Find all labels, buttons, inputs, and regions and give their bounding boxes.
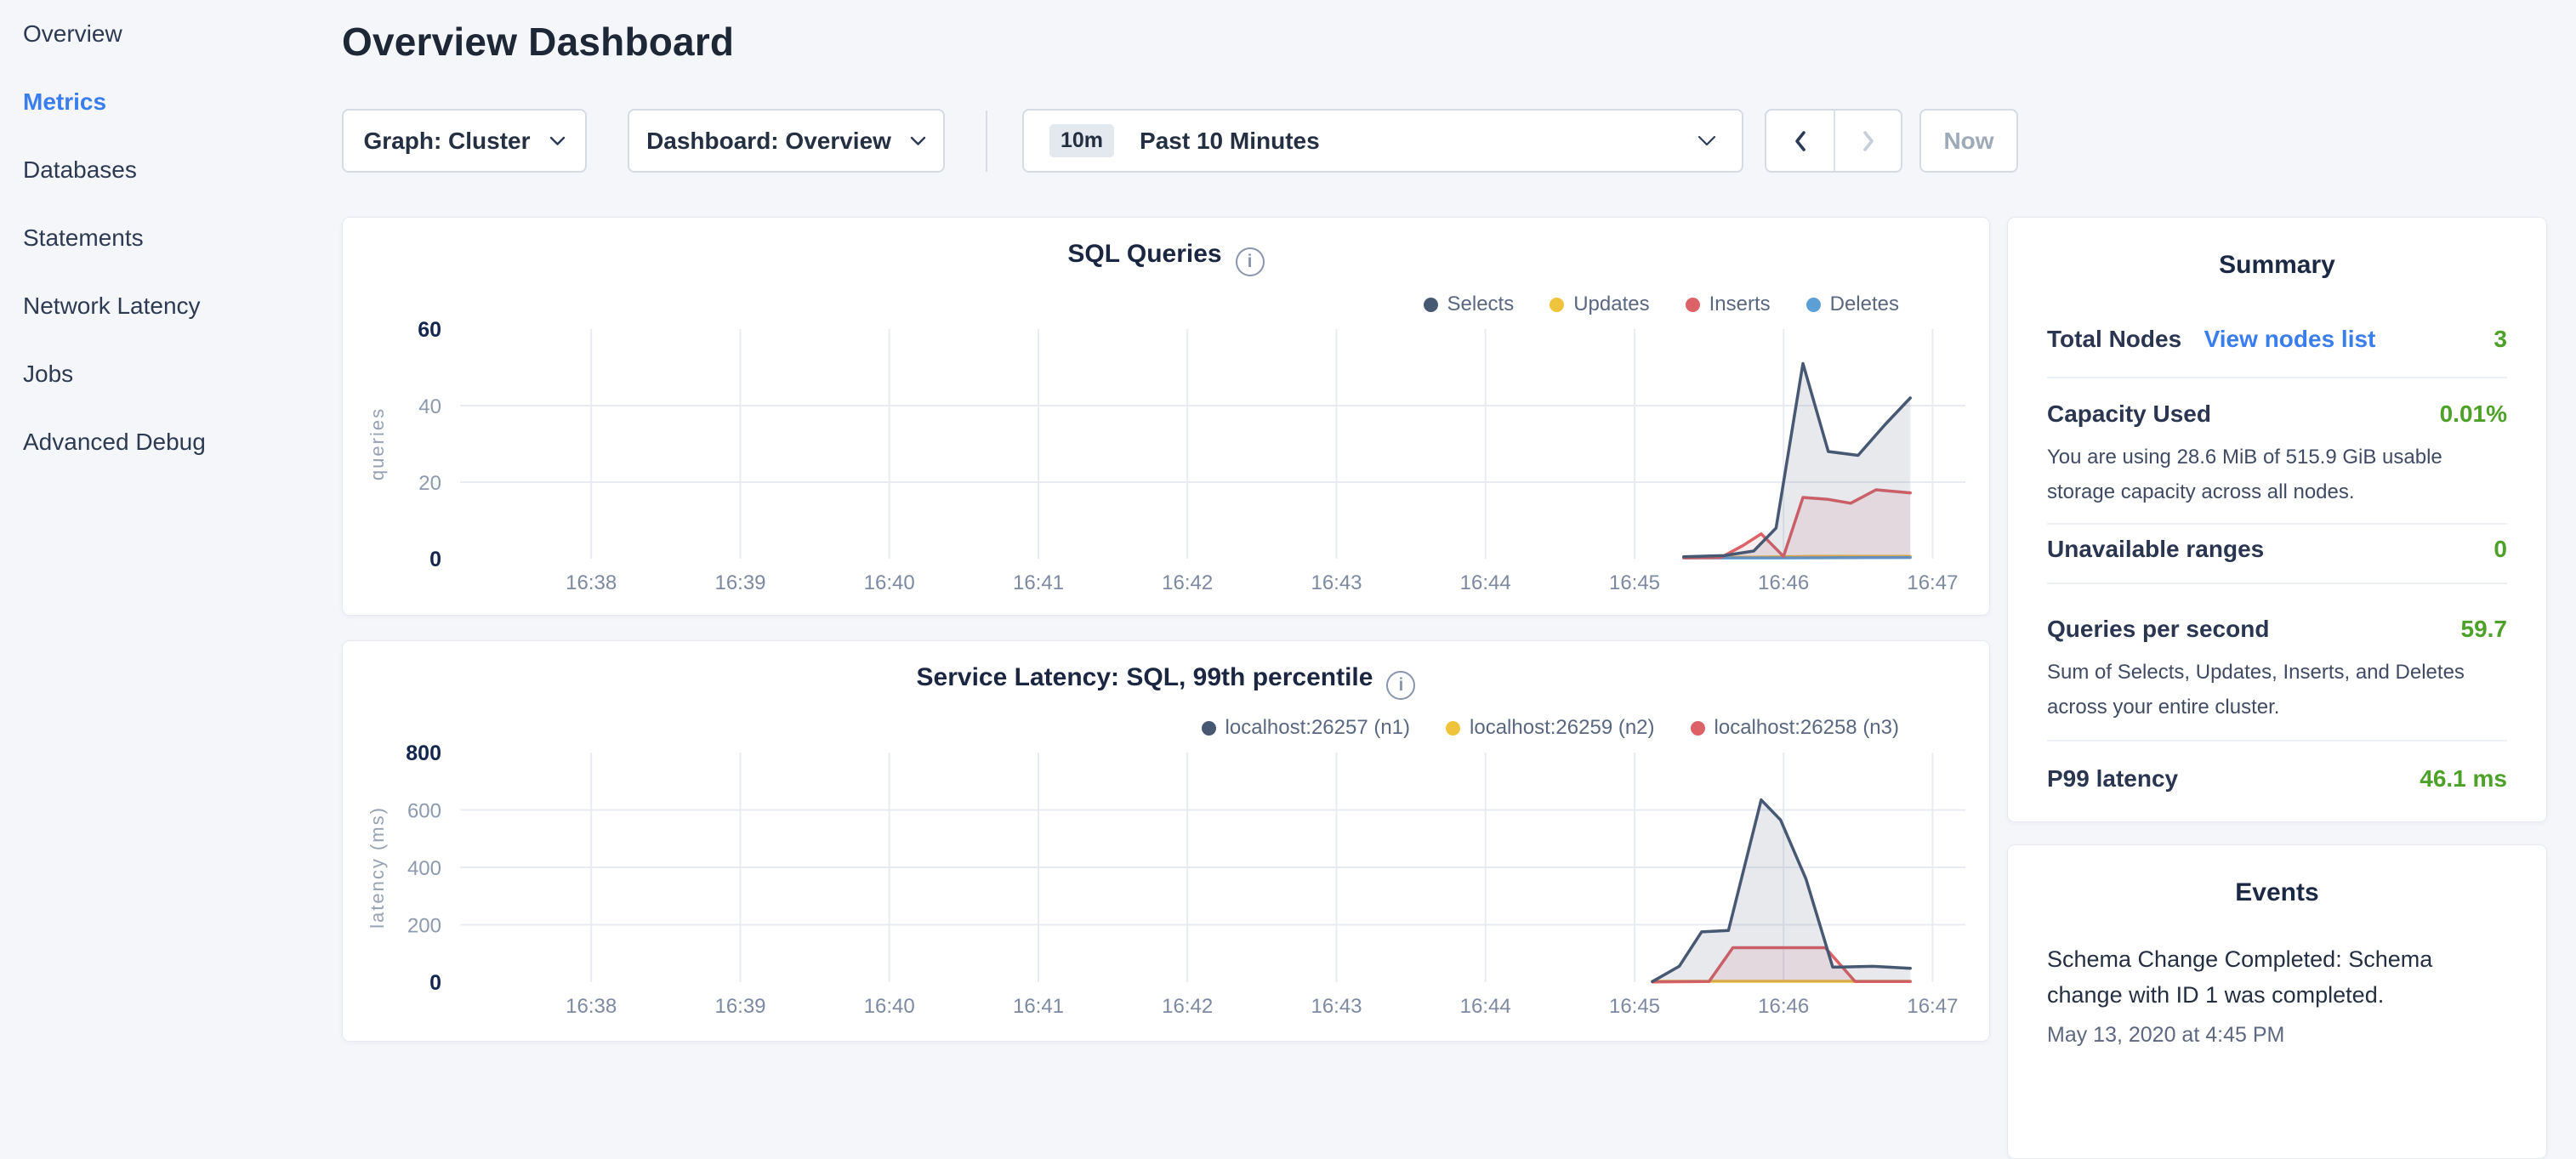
svg-text:16:42: 16:42 [1162,571,1213,594]
sidebar-item-metrics[interactable]: Metrics [0,68,340,136]
svg-text:600: 600 [407,800,441,823]
summary-panel: Summary Total Nodes View nodes list 3 Ca… [2007,217,2547,822]
chevron-left-icon [1791,128,1810,154]
svg-text:40: 40 [418,395,441,418]
svg-text:16:42: 16:42 [1162,995,1213,1018]
svg-text:0: 0 [429,971,441,995]
summary-row-p99-latency: P99 latency 46.1 ms [2047,741,2507,793]
svg-text:16:45: 16:45 [1609,995,1660,1018]
dashboard-dropdown[interactable]: Dashboard: Overview [628,109,945,173]
summary-row-unavailable-ranges: Unavailable ranges 0 [2047,525,2507,584]
svg-text:16:44: 16:44 [1460,995,1511,1018]
svg-text:800: 800 [406,741,441,765]
time-prev-button[interactable] [1766,111,1834,171]
toolbar-divider [986,111,987,172]
svg-text:16:38: 16:38 [566,571,617,594]
event-text: Schema Change Completed: Schema change w… [2047,941,2507,1013]
capacity-used-label: Capacity Used [2047,401,2211,428]
chevron-right-icon [1859,128,1878,154]
svg-text:latency (ms): latency (ms) [367,806,388,929]
svg-text:16:43: 16:43 [1311,571,1362,594]
summary-title: Summary [2008,218,2546,280]
sidebar-item-overview[interactable]: Overview [0,0,340,68]
page-title: Overview Dashboard [342,19,734,65]
event-timestamp: May 13, 2020 at 4:45 PM [2047,1023,2507,1048]
qps-value: 59.7 [2461,616,2508,643]
toolbar: Graph: Cluster Dashboard: Overview 10m P… [342,109,2018,173]
svg-text:0: 0 [429,548,441,571]
unavailable-ranges-value: 0 [2494,536,2507,563]
svg-text:16:47: 16:47 [1907,571,1958,594]
svg-text:16:40: 16:40 [864,571,915,594]
time-step-button-group [1765,109,1902,173]
svg-text:16:40: 16:40 [864,995,915,1018]
view-nodes-list-link[interactable]: View nodes list [2204,326,2376,352]
chevron-down-icon [1697,135,1716,146]
time-range-dropdown[interactable]: 10m Past 10 Minutes [1022,109,1743,173]
graph-dropdown-label: Graph: Cluster [363,128,530,155]
sidebar: Overview Metrics Databases Statements Ne… [0,0,340,476]
events-panel: Events Schema Change Completed: Schema c… [2007,844,2547,1159]
sidebar-item-statements[interactable]: Statements [0,204,340,272]
now-button[interactable]: Now [1919,109,2018,173]
service-latency-chart-card: Service Latency: SQL, 99th percentilei l… [342,640,1990,1042]
svg-text:200: 200 [407,915,441,938]
unavailable-ranges-label: Unavailable ranges [2047,536,2264,563]
svg-text:16:45: 16:45 [1609,571,1660,594]
time-next-button[interactable] [1834,111,1901,171]
svg-text:16:46: 16:46 [1758,571,1809,594]
sidebar-item-advanced-debug[interactable]: Advanced Debug [0,408,340,476]
events-title: Events [2008,845,2546,907]
summary-row-total-nodes: Total Nodes View nodes list 3 [2047,326,2507,378]
sidebar-item-databases[interactable]: Databases [0,136,340,204]
svg-text:16:46: 16:46 [1758,995,1809,1018]
event-list-item[interactable]: Schema Change Completed: Schema change w… [2008,941,2546,1048]
svg-text:16:41: 16:41 [1013,571,1064,594]
total-nodes-value: 3 [2494,326,2507,353]
sql-queries-chart-card: SQL Queriesi SelectsUpdatesInsertsDelete… [342,217,1990,616]
svg-text:16:47: 16:47 [1907,995,1958,1018]
sidebar-item-network-latency[interactable]: Network Latency [0,272,340,340]
capacity-used-value: 0.01% [2440,401,2507,428]
summary-body: Total Nodes View nodes list 3 Capacity U… [2008,326,2546,793]
p99-latency-value: 46.1 ms [2420,765,2507,793]
svg-text:16:39: 16:39 [714,995,765,1018]
chart-svg-1[interactable]: 16:38 16:39 16:40 16:41 16:42 16:43 16:44 16:45… [343,641,1991,1043]
chevron-down-icon [549,136,566,146]
total-nodes-label: Total Nodes [2047,326,2181,352]
svg-text:16:38: 16:38 [566,995,617,1018]
chart-svg-0[interactable]: 16:38 16:39 16:40 16:41 16:42 16:43 16:44 16:45… [343,218,1991,616]
summary-row-queries-per-second: Queries per second 59.7 Sum of Selects, … [2047,584,2507,741]
qps-description: Sum of Selects, Updates, Inserts, and De… [2047,655,2507,724]
dashboard-dropdown-label: Dashboard: Overview [646,128,891,155]
svg-text:60: 60 [418,318,441,342]
sidebar-item-jobs[interactable]: Jobs [0,340,340,408]
graph-dropdown[interactable]: Graph: Cluster [342,109,587,173]
svg-text:400: 400 [407,857,441,880]
svg-text:16:43: 16:43 [1311,995,1362,1018]
capacity-used-description: You are using 28.6 MiB of 515.9 GiB usab… [2047,440,2507,509]
svg-text:20: 20 [418,472,441,495]
svg-text:16:39: 16:39 [714,571,765,594]
chevron-down-icon [910,136,926,146]
svg-text:queries: queries [367,407,388,480]
svg-text:16:44: 16:44 [1460,571,1511,594]
qps-label: Queries per second [2047,616,2269,643]
p99-latency-label: P99 latency [2047,765,2178,793]
time-range-badge: 10m [1049,124,1114,157]
time-range-label: Past 10 Minutes [1140,128,1320,155]
svg-text:16:41: 16:41 [1013,995,1064,1018]
summary-row-capacity-used: Capacity Used 0.01% You are using 28.6 M… [2047,378,2507,525]
